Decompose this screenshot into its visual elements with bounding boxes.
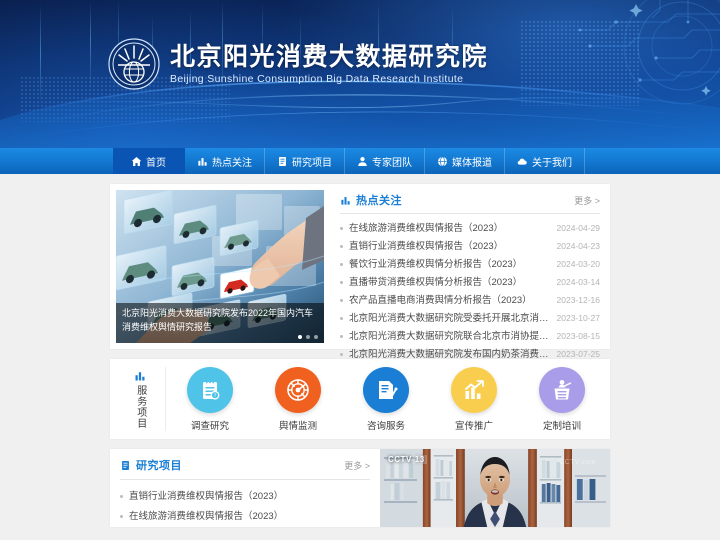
hot-topics-section: 热点关注 更多 > 在线旅游消费维权舆情报告（2023） 2024-04-29 … [334, 190, 604, 360]
watermark-text: CCTV [388, 455, 412, 464]
nav-item-home[interactable]: 首页 [113, 148, 185, 174]
nav-item-research-projects[interactable]: 研究项目 [265, 148, 345, 174]
research-projects-header: 研究项目 更多 > [120, 457, 370, 480]
carousel-caption: 北京阳光消费大数据研究院发布2022年国内汽车消费维权舆情研究报告 [116, 303, 324, 343]
nav-item-label: 热点关注 [212, 157, 252, 169]
services-label: 服务项目 [114, 367, 166, 431]
service-item-label: 定制培训 [542, 420, 581, 432]
chart-bar-icon [197, 156, 208, 167]
services-section: 服务项目 ? 调查研究 舆情监测 咨询服务 宣传推广 定制培训 [110, 359, 610, 439]
chart-bar-icon [340, 195, 351, 206]
list-item-date: 2023-10-27 [556, 312, 600, 323]
list-item-title: 北京阳光消费大数据研究院发布国内奶茶消费维权舆情分析报告 [349, 348, 549, 360]
service-item-label: 舆情监测 [278, 420, 317, 432]
section-title: 热点关注 [356, 195, 402, 207]
sun-globe-emblem-icon [108, 38, 160, 90]
nav-item-about-us[interactable]: 关于我们 [505, 148, 585, 174]
research-more-link[interactable]: 更多 > [344, 459, 370, 472]
list-item-title: 农产品直播电商消费舆情分析报告（2023） [349, 294, 532, 306]
chart-bar-icon [134, 370, 146, 382]
service-item-label: 咨询服务 [366, 420, 405, 432]
hot-topics-header: 热点关注 更多 > [340, 192, 600, 214]
services-items: ? 调查研究 舆情监测 咨询服务 宣传推广 定制培训 [166, 366, 606, 432]
list-item-date: 2024-03-20 [556, 258, 600, 269]
clipboard-search-icon: ? [187, 366, 233, 413]
nav-item-label: 研究项目 [292, 157, 332, 169]
cloud-icon [517, 156, 528, 167]
logo-title-en: Beijing Sunshine Consumption Big Data Re… [170, 73, 464, 86]
nav-item-label: 关于我们 [532, 157, 572, 169]
document-icon [120, 460, 131, 471]
list-item-date: 2024-04-23 [556, 240, 600, 251]
top-section: 北京阳光消费大数据研究院发布2022年国内汽车消费维权舆情研究报告 热点关注 更… [110, 184, 610, 360]
nav-left-spacer [0, 148, 113, 174]
list-item-title: 北京阳光消费大数据研究院联合北京市消协提示慎重选择医美消费 [349, 330, 549, 342]
nav-item-label: 媒体报道 [452, 157, 492, 169]
list-item[interactable]: 北京阳光消费大数据研究院联合北京市消协提示慎重选择医美消费 2023-08-15 [340, 327, 600, 345]
service-item-custom-training[interactable]: 定制培训 [539, 366, 585, 432]
list-item-title: 在线旅游消费维权舆情报告（2023） [349, 222, 504, 234]
carousel-dots[interactable] [298, 335, 318, 339]
document-icon [277, 156, 288, 167]
list-item-date: 2023-12-16 [556, 294, 600, 305]
service-item-label: 调查研究 [190, 420, 229, 432]
service-item-opinion-monitoring[interactable]: 舆情监测 [275, 366, 321, 432]
research-projects-section: 研究项目 更多 > 直销行业消费维权舆情报告（2023） 在线旅游消费维权舆情报… [110, 449, 380, 527]
list-item-title: 在线旅游消费维权舆情报告（2023） [129, 510, 284, 522]
home-icon [131, 156, 142, 167]
list-item[interactable]: 农产品直播电商消费舆情分析报告（2023） 2023-12-16 [340, 291, 600, 309]
services-label-text: 服务项目 [134, 384, 146, 429]
main-navigation: 首页 热点关注 研究项目 专家团队 媒体报道 关于我们 [0, 148, 720, 174]
nav-item-expert-team[interactable]: 专家团队 [345, 148, 425, 174]
watermark-channel: 13 [412, 455, 427, 464]
list-item[interactable]: 直销行业消费维权舆情报告（2023） 2024-04-23 [340, 237, 600, 255]
logo-title-cn: 北京阳光消费大数据研究院 [170, 41, 489, 71]
list-item[interactable]: 北京阳光消费大数据研究院受委托开展北京消费维权环境评价体… 2023-10-27 [340, 309, 600, 327]
list-item-title: 直销行业消费维权舆情报告（2023） [129, 490, 284, 502]
list-item-date: 2023-07-25 [556, 348, 600, 359]
video-watermark-cctv: CCTV 13 [388, 455, 427, 464]
video-watermark-right: CCTV.com [559, 459, 596, 466]
service-item-label: 宣传推广 [454, 420, 493, 432]
list-item[interactable]: 直播带货消费维权舆情分析报告（2023） 2024-03-14 [340, 273, 600, 291]
bottom-section: 研究项目 更多 > 直销行业消费维权舆情报告（2023） 在线旅游消费维权舆情报… [110, 449, 610, 527]
service-item-survey-research[interactable]: ? 调查研究 [187, 366, 233, 432]
carousel-dot-3[interactable] [314, 335, 318, 339]
site-banner: 北京阳光消费大数据研究院 Beijing Sunshine Consumptio… [0, 0, 720, 148]
service-item-promotion[interactable]: 宣传推广 [451, 366, 497, 432]
document-chart-icon [363, 366, 409, 413]
trending-up-icon [451, 366, 497, 413]
site-logo[interactable]: 北京阳光消费大数据研究院 Beijing Sunshine Consumptio… [108, 38, 488, 90]
nav-item-label: 专家团队 [372, 157, 412, 169]
carousel-dot-2[interactable] [306, 335, 310, 339]
list-item-title: 直销行业消费维权舆情报告（2023） [349, 240, 504, 252]
list-item[interactable]: 餐饮行业消费维权舆情分析报告（2023） [120, 526, 370, 527]
list-item[interactable]: 北京阳光消费大数据研究院发布国内奶茶消费维权舆情分析报告 2023-07-25 [340, 345, 600, 363]
nav-item-hot-topics[interactable]: 热点关注 [185, 148, 265, 174]
service-item-consulting[interactable]: 咨询服务 [363, 366, 409, 432]
nav-item-label: 首页 [146, 157, 166, 169]
nav-item-media-coverage[interactable]: 媒体报道 [425, 148, 505, 174]
page-body: 北京阳光消费大数据研究院发布2022年国内汽车消费维权舆情研究报告 热点关注 更… [0, 174, 720, 527]
carousel-dot-1[interactable] [298, 335, 302, 339]
hero-carousel[interactable]: 北京阳光消费大数据研究院发布2022年国内汽车消费维权舆情研究报告 [116, 190, 324, 343]
user-icon [357, 156, 368, 167]
radar-target-icon [275, 366, 321, 413]
media-video-player[interactable]: CCTV 13 CCTV.com [380, 449, 610, 527]
list-item-date: 2024-03-14 [556, 276, 600, 287]
podium-icon [539, 366, 585, 413]
section-title: 研究项目 [136, 460, 182, 472]
list-item[interactable]: 直销行业消费维权舆情报告（2023） [120, 486, 370, 506]
list-item[interactable]: 在线旅游消费维权舆情报告（2023） [120, 506, 370, 526]
list-item-date: 2023-08-15 [556, 330, 600, 341]
list-item-title: 北京阳光消费大数据研究院受委托开展北京消费维权环境评价体… [349, 312, 549, 324]
hot-topics-more-link[interactable]: 更多 > [574, 194, 600, 207]
list-item-date: 2024-04-29 [556, 222, 600, 233]
list-item-title: 直播带货消费维权舆情分析报告（2023） [349, 276, 523, 288]
list-item[interactable]: 在线旅游消费维权舆情报告（2023） 2024-04-29 [340, 219, 600, 237]
list-item-title: 餐饮行业消费维权舆情分析报告（2023） [349, 258, 523, 270]
content-wrapper: 北京阳光消费大数据研究院发布2022年国内汽车消费维权舆情研究报告 热点关注 更… [110, 184, 610, 527]
list-item[interactable]: 餐饮行业消费维权舆情分析报告（2023） 2024-03-20 [340, 255, 600, 273]
globe-icon [437, 156, 448, 167]
